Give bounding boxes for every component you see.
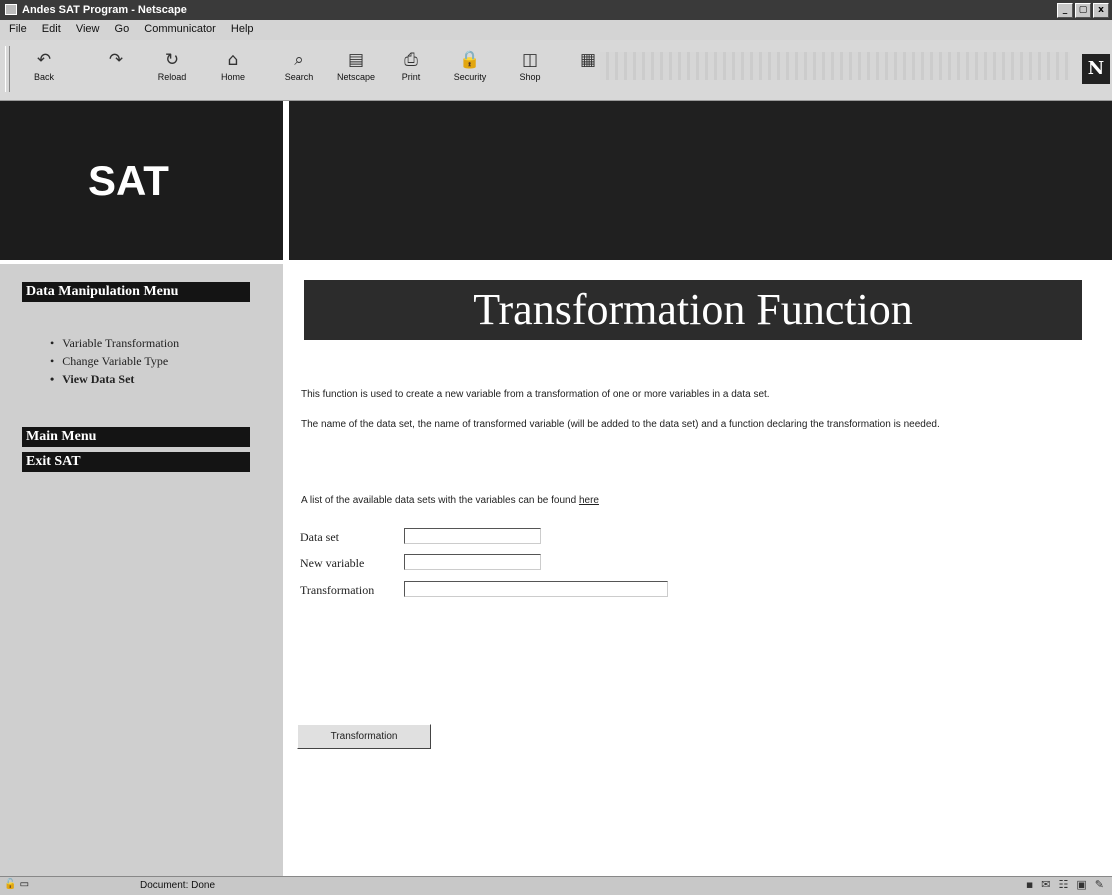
- sidebar-item-variable-transformation[interactable]: Variable Transformation: [50, 334, 179, 352]
- netscape-app-icon: [5, 4, 17, 15]
- dataset-label: Data set: [300, 530, 339, 544]
- menu-bar: File Edit View Go Communicator Help: [0, 20, 1112, 40]
- tray-mail-icon[interactable]: ✉: [1041, 878, 1050, 891]
- main-menu-link[interactable]: Main Menu: [22, 427, 250, 447]
- print-icon: ⎙: [404, 50, 418, 70]
- menu-help[interactable]: Help: [228, 23, 257, 35]
- shop-button[interactable]: ◫ Shop: [504, 48, 556, 92]
- main-content: Transformation Function This function is…: [289, 264, 1112, 876]
- forward-arrow-icon: ↷: [108, 50, 124, 70]
- home-label: Home: [220, 72, 245, 82]
- window-title-bar: Andes SAT Program - Netscape _ ▢ x: [0, 0, 1112, 20]
- datasets-text: A list of the available data sets with t…: [301, 495, 579, 506]
- back-arrow-icon: ↶: [36, 50, 52, 70]
- datasets-paragraph: A list of the available data sets with t…: [301, 494, 1081, 508]
- forward-button[interactable]: ↷: [90, 48, 142, 92]
- menu-edit[interactable]: Edit: [39, 23, 64, 35]
- security-lock-icon: 🔒: [459, 50, 481, 70]
- requirements-paragraph: The name of the data set, the name of tr…: [301, 419, 940, 430]
- component-tray: ▪ ✉ ☷ ▣ ✎: [1026, 878, 1104, 891]
- print-label: Print: [401, 72, 421, 82]
- back-button[interactable]: ↶ Back: [18, 48, 70, 92]
- minimize-button[interactable]: _: [1057, 3, 1073, 18]
- search-button[interactable]: ⌕ Search: [273, 48, 325, 92]
- security-status-icon[interactable]: 🔓 ▭: [4, 879, 40, 892]
- netscape-icon: ▤: [347, 50, 365, 70]
- sidebar-item-change-variable-type[interactable]: Change Variable Type: [50, 352, 179, 370]
- new-variable-label: New variable: [300, 556, 365, 570]
- tray-navigator-icon[interactable]: ▪: [1026, 878, 1033, 891]
- netscape-logo-icon[interactable]: N: [1082, 54, 1110, 84]
- data-manipulation-menu-link[interactable]: Data Manipulation Menu: [22, 282, 250, 302]
- here-link[interactable]: here: [579, 495, 599, 506]
- home-icon: ⌂: [227, 50, 239, 70]
- status-text: Document: Done: [140, 880, 216, 891]
- page-title: Transformation Function: [304, 280, 1082, 340]
- toolbar-grip[interactable]: [5, 46, 10, 92]
- reload-icon: ↻: [164, 50, 180, 70]
- security-button[interactable]: 🔒 Security: [444, 48, 496, 92]
- sat-logo: SAT: [88, 157, 169, 204]
- netscape-button[interactable]: ▤ Netscape: [330, 48, 382, 92]
- exit-sat-link[interactable]: Exit SAT: [22, 452, 250, 472]
- maximize-button[interactable]: ▢: [1075, 3, 1091, 18]
- shop-label: Shop: [519, 72, 541, 82]
- toolbar-background: [600, 52, 1070, 80]
- home-button[interactable]: ⌂ Home: [207, 48, 259, 92]
- search-label: Search: [284, 72, 314, 82]
- menu-file[interactable]: File: [6, 23, 30, 35]
- page-content: SAT Data Manipulation Menu Variable Tran…: [0, 101, 1112, 876]
- tray-groups-icon[interactable]: ☷: [1059, 878, 1069, 891]
- tray-composer-icon[interactable]: ▣: [1076, 878, 1086, 891]
- transformation-input[interactable]: [404, 581, 668, 597]
- print-button[interactable]: ⎙ Print: [385, 48, 437, 92]
- sidebar-item-view-data-set[interactable]: View Data Set: [50, 370, 179, 388]
- netscape-label: Netscape: [336, 72, 376, 82]
- navigation-toolbar: ↶ Back ↷ ↻ Reload ⌂ Home ⌕ Search ▤ Nets…: [0, 40, 1112, 101]
- intro-paragraph: This function is used to create a new va…: [301, 389, 770, 400]
- tray-edit-icon[interactable]: ✎: [1095, 878, 1104, 891]
- shop-bag-icon: ◫: [521, 50, 539, 70]
- menu-go[interactable]: Go: [112, 23, 133, 35]
- reload-label: Reload: [157, 72, 187, 82]
- transformation-submit-button[interactable]: Transformation: [297, 724, 431, 749]
- menu-view[interactable]: View: [73, 23, 103, 35]
- dataset-input[interactable]: [404, 528, 541, 544]
- top-banner: [289, 101, 1112, 260]
- data-manipulation-list: Variable Transformation Change Variable …: [50, 334, 179, 388]
- reload-button[interactable]: ↻ Reload: [146, 48, 198, 92]
- close-button[interactable]: x: [1093, 3, 1109, 18]
- search-icon: ⌕: [294, 50, 304, 70]
- back-label: Back: [33, 72, 54, 82]
- new-variable-input[interactable]: [404, 554, 541, 570]
- logo-panel: SAT: [0, 101, 283, 260]
- transformation-label: Transformation: [300, 583, 375, 597]
- security-label: Security: [453, 72, 487, 82]
- menu-communicator[interactable]: Communicator: [141, 23, 219, 35]
- sidebar: Data Manipulation Menu Variable Transfor…: [0, 264, 283, 876]
- window-title: Andes SAT Program - Netscape: [22, 4, 187, 16]
- status-bar: 🔓 ▭ Document: Done ▪ ✉ ☷ ▣ ✎: [0, 876, 1112, 895]
